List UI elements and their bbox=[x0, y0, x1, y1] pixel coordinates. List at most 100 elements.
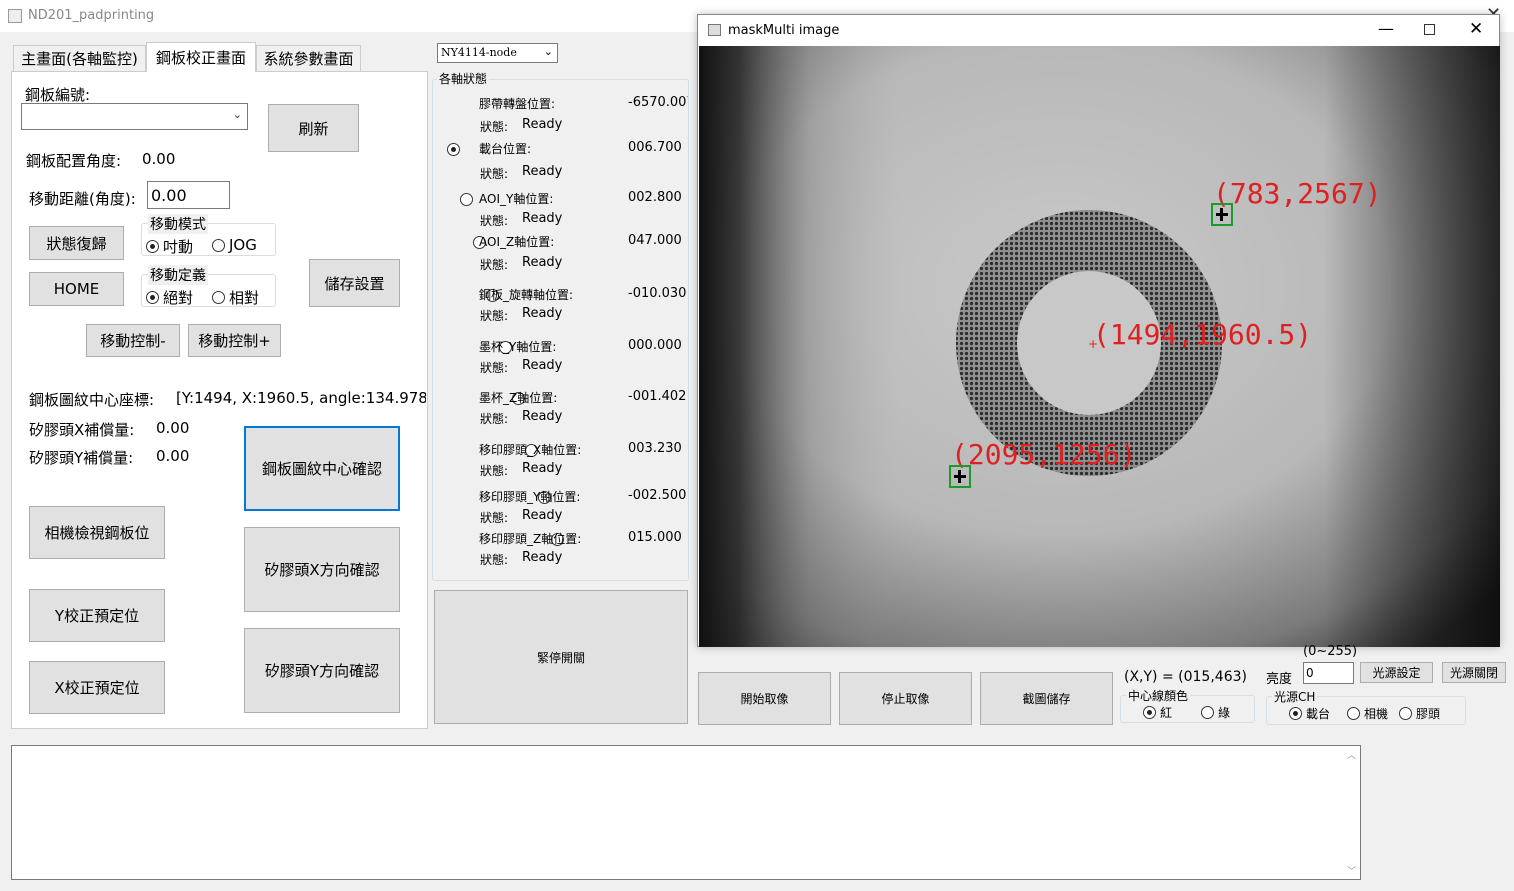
mode-inch-radio[interactable]: 吋動 bbox=[146, 236, 193, 257]
brightness-label: 亮度 bbox=[1266, 672, 1293, 687]
x-dir-confirm-button[interactable]: 矽膠頭X方向確認 bbox=[244, 527, 400, 612]
axis-value: -002.500 bbox=[628, 488, 687, 503]
axis-state-value: Ready bbox=[522, 255, 563, 270]
angle-value: 0.00 bbox=[142, 150, 176, 168]
start-capture-button[interactable]: 開始取像 bbox=[698, 672, 831, 725]
move-distance-input[interactable] bbox=[147, 181, 230, 209]
home-button[interactable]: HOME bbox=[29, 272, 124, 306]
confirm-center-button[interactable]: 鋼板圖紋中心確認 bbox=[244, 426, 400, 511]
save-capture-button[interactable]: 截圖儲存 bbox=[980, 672, 1113, 725]
axis-value: -010.030 bbox=[628, 286, 687, 301]
def-absolute-radio[interactable]: 絕對 bbox=[146, 287, 193, 308]
axis-state-value: Ready bbox=[522, 508, 563, 523]
axis-state-label: 狀態: bbox=[480, 511, 509, 525]
axis-name: 移印膠頭_Y軸位置: bbox=[479, 490, 581, 504]
y-preset-button[interactable]: Y校正預定位 bbox=[29, 589, 165, 642]
color-green-radio[interactable]: 綠 bbox=[1201, 704, 1230, 721]
axis-state-value: Ready bbox=[522, 409, 563, 424]
axis-value-clip: 000.000 bbox=[628, 338, 688, 356]
app-icon bbox=[8, 9, 22, 23]
radio-checked bbox=[146, 291, 159, 304]
stop-capture-button[interactable]: 停止取像 bbox=[839, 672, 972, 725]
brightness-input[interactable] bbox=[1303, 662, 1354, 684]
log-scrollbar[interactable]: ︿ ﹀ bbox=[1343, 746, 1360, 879]
axis-name: 墨杯_Y軸位置: bbox=[479, 340, 557, 354]
plate-no-select[interactable]: ⌄ bbox=[21, 103, 248, 130]
axis-state-label: 狀態: bbox=[480, 553, 509, 567]
color-red-radio[interactable]: 紅 bbox=[1143, 704, 1172, 721]
log-textarea[interactable]: ︿ ﹀ bbox=[11, 745, 1361, 880]
axis-state-value: Ready bbox=[522, 117, 563, 132]
device-select[interactable]: NY4114-node ⌄ bbox=[437, 43, 558, 63]
state-reset-button[interactable]: 狀態復歸 bbox=[29, 226, 124, 260]
axis-value: 006.700 bbox=[628, 140, 682, 155]
axis-state-value: Ready bbox=[522, 358, 563, 373]
axis-select-radio[interactable] bbox=[460, 193, 473, 206]
axis-value: 003.230 bbox=[628, 441, 682, 456]
move-mode-title: 移動模式 bbox=[148, 214, 208, 234]
axis-state-label: 狀態: bbox=[480, 120, 509, 134]
ch-camera-radio[interactable]: 相機 bbox=[1347, 705, 1388, 722]
axis-value: 000.000 bbox=[628, 338, 682, 353]
y-comp-label: 矽膠頭Y補償量: bbox=[29, 449, 134, 467]
axis-state-value: Ready bbox=[522, 550, 563, 565]
y-dir-confirm-button[interactable]: 矽膠頭Y方向確認 bbox=[244, 628, 400, 713]
x-comp-value: 0.00 bbox=[156, 419, 190, 437]
image-window-title: maskMulti image bbox=[728, 23, 840, 38]
light-set-button[interactable]: 光源設定 bbox=[1360, 662, 1433, 683]
move-plus-button[interactable]: 移動控制+ bbox=[188, 324, 281, 357]
move-minus-button[interactable]: 移動控制- bbox=[86, 324, 180, 357]
axis-name: AOI_Z軸位置: bbox=[479, 235, 555, 249]
camera-image: (783,2567) (1494,1960.5) (2095,1256) + bbox=[699, 46, 1500, 647]
axis-state-label: 狀態: bbox=[480, 167, 509, 181]
tab-main[interactable]: 主畫面(各軸監控) bbox=[13, 45, 146, 71]
marker-label-top-right: (783,2567) bbox=[1213, 177, 1382, 210]
tab-plate-calibration[interactable]: 鋼板校正畫面 bbox=[146, 42, 256, 72]
plate-no-label: 鋼板編號: bbox=[25, 86, 91, 104]
tab-system-params[interactable]: 系統參數畫面 bbox=[256, 45, 361, 71]
axis-state-value: Ready bbox=[522, 211, 563, 226]
close-icon[interactable]: ✕ bbox=[1469, 19, 1483, 39]
axis-value-clip: -6570.007 bbox=[628, 95, 688, 113]
axis-value-clip: -002.500 bbox=[628, 488, 688, 506]
axis-state-value: Ready bbox=[522, 306, 563, 321]
radio-unchecked bbox=[1201, 706, 1214, 719]
minimize-icon[interactable]: — bbox=[1378, 19, 1394, 38]
axis-name: 移印膠頭_X軸位置: bbox=[479, 443, 582, 457]
ch-head-radio[interactable]: 膠頭 bbox=[1399, 705, 1440, 722]
ch-stage-radio[interactable]: 載台 bbox=[1289, 705, 1330, 722]
axis-value: -001.402 bbox=[628, 389, 687, 404]
scroll-down-icon[interactable]: ﹀ bbox=[1347, 864, 1356, 877]
emergency-stop-button[interactable]: 緊停開關 bbox=[434, 590, 688, 724]
axis-value-clip: 047.000 bbox=[628, 233, 688, 251]
axis-state-label: 狀態: bbox=[480, 412, 509, 426]
chevron-down-icon: ⌄ bbox=[543, 45, 553, 58]
axis-value-clip: -001.402 bbox=[628, 389, 688, 407]
def-relative-radio[interactable]: 相對 bbox=[212, 287, 259, 308]
axes-status-title: 各軸狀態 bbox=[437, 70, 490, 87]
axis-select-radio[interactable] bbox=[447, 143, 460, 156]
camera-view-button[interactable]: 相機檢視鋼板位 bbox=[29, 506, 165, 559]
center-coord-value: [Y:1494, X:1960.5, angle:134.978 bbox=[176, 389, 426, 407]
line-color-title: 中心線顏色 bbox=[1126, 687, 1191, 704]
axis-value: 047.000 bbox=[628, 233, 682, 248]
x-preset-button[interactable]: X校正預定位 bbox=[29, 661, 165, 714]
save-settings-button[interactable]: 儲存設置 bbox=[309, 259, 400, 307]
axis-value-clip: -010.030 bbox=[628, 286, 688, 304]
scroll-up-icon[interactable]: ︿ bbox=[1347, 748, 1356, 761]
axis-value-clip: 002.800 bbox=[628, 190, 688, 208]
axis-value-clip: 015.000 bbox=[628, 530, 688, 548]
axis-value-clip: 006.700 bbox=[628, 140, 688, 158]
axis-state-label: 狀態: bbox=[480, 258, 509, 272]
axis-state-label: 狀態: bbox=[480, 309, 509, 323]
mode-jog-radio[interactable]: JOG bbox=[212, 236, 257, 254]
range-hint: (0~255) bbox=[1303, 644, 1358, 659]
x-comp-label: 矽膠頭X補償量: bbox=[29, 421, 135, 439]
axis-name: 膠帶轉盤位置: bbox=[479, 97, 556, 111]
light-ch-title: 光源CH bbox=[1272, 688, 1318, 705]
image-window: maskMulti image — ✕ (783,2567) (1494,196… bbox=[697, 14, 1500, 647]
app-title: ND201_padprinting bbox=[28, 8, 155, 23]
light-off-button[interactable]: 光源關閉 bbox=[1442, 662, 1506, 683]
maximize-icon[interactable] bbox=[1424, 24, 1435, 35]
refresh-button[interactable]: 刷新 bbox=[268, 104, 359, 152]
